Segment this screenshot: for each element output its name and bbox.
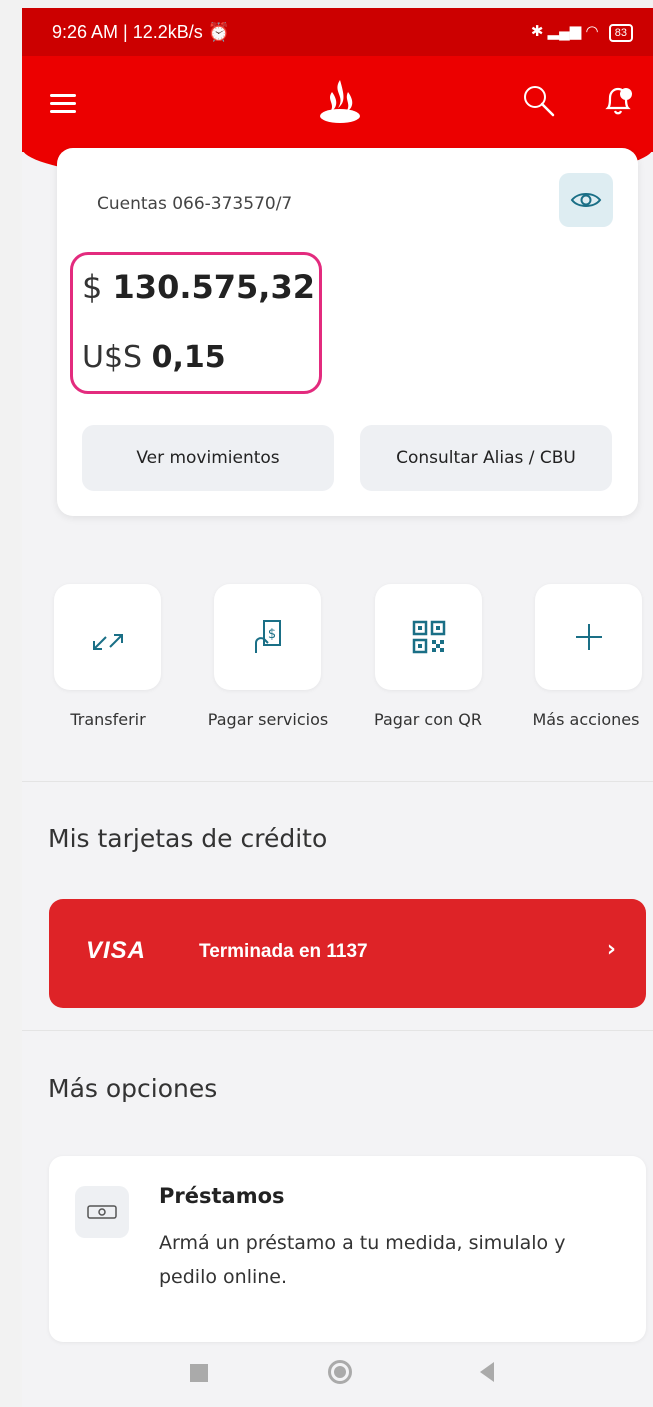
pay-services-button[interactable]: $ xyxy=(214,584,321,690)
more-options-title: Más opciones xyxy=(48,1074,218,1103)
wifi-icon: ◠ xyxy=(585,23,599,40)
alias-cbu-button[interactable]: Consultar Alias / CBU xyxy=(360,425,612,491)
toggle-balance-visibility-button[interactable] xyxy=(559,173,613,227)
santander-flame-icon xyxy=(320,80,360,123)
account-number-label: Cuentas 066-373570/7 xyxy=(97,194,293,214)
pay-services-label: Pagar servicios xyxy=(207,710,329,729)
pay-qr-button[interactable] xyxy=(375,584,482,690)
section-divider xyxy=(22,1030,653,1031)
balance-ars: $ 130.575,32 xyxy=(82,268,315,306)
loans-card[interactable]: Préstamos Armá un préstamo a tu medida, … xyxy=(49,1156,646,1342)
more-actions-button[interactable] xyxy=(535,584,642,690)
loans-description: Armá un préstamo a tu medida, simulalo y… xyxy=(159,1232,566,1288)
ars-currency-symbol: $ xyxy=(82,268,103,306)
chevron-right-icon: › xyxy=(606,937,616,962)
pay-bill-hand-icon: $ xyxy=(254,620,281,653)
bluetooth-icon: ✱ xyxy=(530,23,544,40)
alarm-icon: ⏰ xyxy=(207,22,231,42)
app-screen: 9:26 AM | 12.2kB/s ⏰ ✱ ▂▄▆ ◠ 83 Cuentas … xyxy=(22,8,653,1407)
back-button[interactable] xyxy=(480,1362,494,1382)
transfer-arrows-icon xyxy=(92,634,123,650)
pay-qr-label: Pagar con QR xyxy=(374,710,482,729)
system-nav-bar xyxy=(22,1346,653,1407)
svg-text:$: $ xyxy=(267,627,275,642)
signal-icon: ▂▄▆ xyxy=(547,23,582,40)
balance-usd: U$S 0,15 xyxy=(82,340,226,375)
home-button[interactable] xyxy=(328,1360,352,1384)
status-time-speed: 9:26 AM | 12.2kB/s xyxy=(52,22,203,42)
card-ending-text: Terminada en 1137 xyxy=(199,941,368,962)
usd-amount: 0,15 xyxy=(151,340,226,375)
visa-card-row[interactable]: VISA Terminada en 1137 › xyxy=(49,899,646,1008)
transfer-label: Transferir xyxy=(70,710,146,729)
battery-indicator: 83 xyxy=(608,24,633,42)
visa-logo: VISA xyxy=(86,937,147,964)
app-header xyxy=(22,56,653,152)
recent-apps-button[interactable] xyxy=(190,1364,208,1382)
more-actions-label: Más acciones xyxy=(532,710,640,729)
section-divider xyxy=(22,781,653,782)
plus-icon xyxy=(575,624,602,650)
eye-icon xyxy=(570,193,602,207)
transfer-button[interactable] xyxy=(54,584,161,690)
qr-code-icon xyxy=(412,620,445,654)
search-icon[interactable] xyxy=(522,84,556,118)
credit-cards-title: Mis tarjetas de crédito xyxy=(48,824,328,853)
account-card: Cuentas 066-373570/7 $ 130.575,32 U$S 0,… xyxy=(57,148,638,516)
bell-icon[interactable] xyxy=(602,84,634,118)
money-bill-icon xyxy=(75,1186,129,1238)
loans-title: Préstamos xyxy=(159,1184,285,1208)
ars-amount: 130.575,32 xyxy=(112,268,315,306)
hamburger-menu-icon[interactable] xyxy=(50,94,76,114)
status-bar: 9:26 AM | 12.2kB/s ⏰ ✱ ▂▄▆ ◠ 83 xyxy=(22,8,653,56)
usd-currency-symbol: U$S xyxy=(82,340,143,375)
view-movements-button[interactable]: Ver movimientos xyxy=(82,425,334,491)
